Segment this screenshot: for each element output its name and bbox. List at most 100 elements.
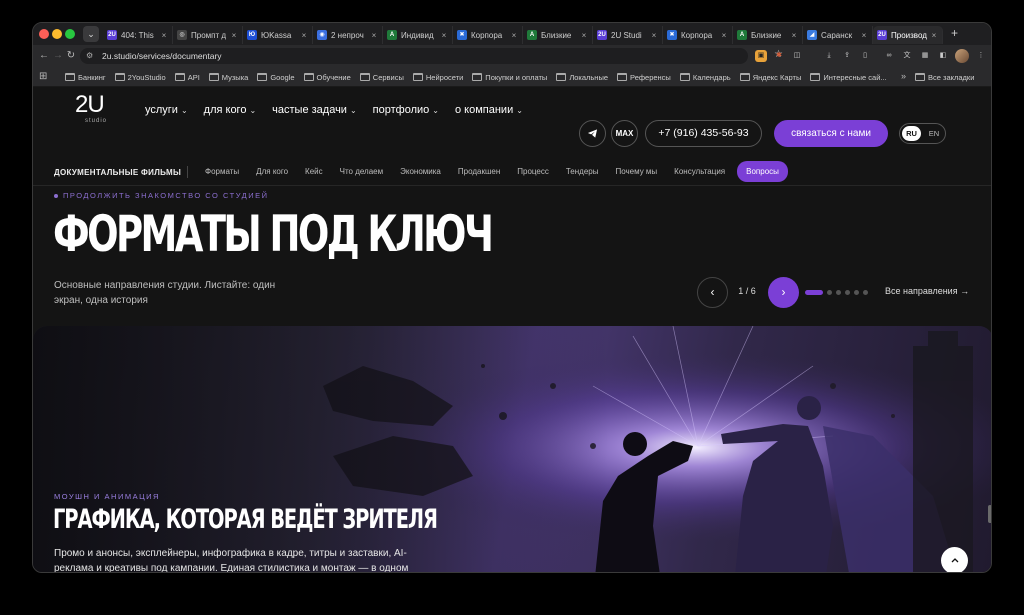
share-icon[interactable]: ⇪ bbox=[841, 50, 853, 62]
browser-tab[interactable]: 2U 404: This × bbox=[103, 26, 173, 44]
main-nav-item[interactable]: о компании ⌄ bbox=[455, 104, 523, 116]
browser-tab[interactable]: 2U Производ × bbox=[873, 26, 943, 44]
tab-close-icon[interactable]: × bbox=[440, 31, 448, 40]
tab-close-icon[interactable]: × bbox=[230, 31, 238, 40]
trash-icon[interactable]: ▯ bbox=[859, 50, 871, 62]
max-messenger-button[interactable]: MAX bbox=[611, 120, 638, 147]
all-bookmarks-button[interactable]: Все закладки bbox=[915, 67, 974, 87]
extension-icon-3[interactable]: ◫ bbox=[791, 50, 803, 62]
browser-tab[interactable]: Ю ЮKassa × bbox=[243, 26, 313, 44]
telegram-button[interactable] bbox=[579, 120, 606, 147]
window-close-button[interactable] bbox=[39, 29, 49, 39]
contact-us-button[interactable]: связаться с нами bbox=[774, 120, 888, 147]
browser-tab[interactable]: ✖ Корпора × bbox=[663, 26, 733, 44]
menu-dots-icon[interactable]: ⋮ bbox=[975, 50, 987, 62]
bookmark-item[interactable]: Сервисы bbox=[359, 73, 404, 82]
main-nav-item[interactable]: для кого ⌄ bbox=[204, 104, 257, 116]
slider-dot[interactable] bbox=[805, 290, 823, 295]
tab-close-icon[interactable]: × bbox=[300, 31, 308, 40]
site-info-icon[interactable]: ⚙ bbox=[86, 50, 98, 62]
tab-close-icon[interactable]: × bbox=[370, 31, 378, 40]
new-tab-button[interactable]: + bbox=[951, 26, 958, 40]
tab-close-icon[interactable]: × bbox=[510, 31, 518, 40]
extension-icon-2[interactable]: ✱ bbox=[773, 50, 785, 62]
subnav-item[interactable]: Почему мы bbox=[610, 161, 662, 182]
tab-close-icon[interactable]: × bbox=[930, 31, 938, 40]
bookmark-label: Яндекс Карты bbox=[752, 72, 802, 82]
bookmark-item[interactable]: Референсы bbox=[617, 73, 671, 82]
slider-dot[interactable] bbox=[854, 290, 859, 295]
apps-grid-icon[interactable]: ⊞ bbox=[39, 71, 47, 82]
bookmark-item[interactable]: Покупки и оплаты bbox=[472, 73, 547, 82]
lang-ru-button[interactable]: RU bbox=[902, 126, 921, 141]
browser-tab[interactable]: A Близкие × bbox=[523, 26, 593, 44]
browser-tab[interactable]: 2U 2U Studi × bbox=[593, 26, 663, 44]
subnav-item[interactable]: Консультация bbox=[669, 161, 730, 182]
slider-dot[interactable] bbox=[836, 290, 841, 295]
bookmark-item[interactable]: Локальные bbox=[556, 73, 608, 82]
subnav-item[interactable]: Экономика bbox=[395, 161, 446, 182]
bookmark-item[interactable]: Интересные сай... bbox=[810, 73, 887, 82]
translate-icon[interactable]: 文 bbox=[901, 50, 913, 62]
main-nav-item[interactable]: портфолио ⌄ bbox=[373, 104, 439, 116]
bookmark-item[interactable]: Календарь bbox=[679, 73, 731, 82]
lang-en-button[interactable]: EN bbox=[926, 126, 942, 141]
browser-tab[interactable]: ◢ Саранск × bbox=[803, 26, 873, 44]
slider-dot[interactable] bbox=[863, 290, 868, 295]
bookmark-item[interactable]: Музыка bbox=[208, 73, 248, 82]
slider-dot[interactable] bbox=[827, 290, 832, 295]
tab-close-icon[interactable]: × bbox=[580, 31, 588, 40]
qr-icon[interactable]: ▦ bbox=[919, 50, 931, 62]
bookmark-item[interactable]: 2YouStudio bbox=[114, 73, 166, 82]
scroll-to-top-button[interactable] bbox=[941, 547, 968, 572]
sidebar-icon[interactable]: ◧ bbox=[937, 50, 949, 62]
slider-prev-button[interactable]: ‹ bbox=[697, 277, 728, 308]
tab-close-icon[interactable]: × bbox=[790, 31, 798, 40]
browser-tab[interactable]: ◉ 2 непроч × bbox=[313, 26, 383, 44]
subnav-item[interactable]: Кейс bbox=[300, 161, 328, 182]
tab-close-icon[interactable]: × bbox=[860, 31, 868, 40]
bookmark-item[interactable]: Банкинг bbox=[65, 73, 106, 82]
tab-search-icon[interactable]: ⌄ bbox=[83, 26, 99, 42]
back-arrow-icon[interactable]: ← bbox=[37, 49, 51, 63]
tab-close-icon[interactable]: × bbox=[650, 31, 658, 40]
subnav-item[interactable]: Вопросы bbox=[737, 161, 788, 182]
subnav-item[interactable]: Для кого bbox=[251, 161, 293, 182]
forward-arrow-icon[interactable]: → bbox=[51, 49, 65, 63]
window-minimize-button[interactable] bbox=[52, 29, 62, 39]
bookmark-item[interactable]: Яндекс Карты bbox=[739, 72, 802, 82]
browser-tab[interactable]: ◎ Промпт д × bbox=[173, 26, 243, 44]
site-logo[interactable]: 2U bbox=[75, 93, 105, 117]
subnav-item[interactable]: Процесс bbox=[512, 161, 554, 182]
slider-next-button[interactable]: › bbox=[768, 277, 799, 308]
window-maximize-button[interactable] bbox=[65, 29, 75, 39]
bookmarks-overflow-button[interactable]: » bbox=[901, 71, 906, 81]
bookmark-item[interactable]: API bbox=[174, 73, 200, 82]
subnav-item[interactable]: Продакшен bbox=[453, 161, 505, 182]
reload-icon[interactable]: ↻ bbox=[64, 49, 78, 63]
bookmark-item[interactable]: Google bbox=[257, 73, 295, 82]
all-directions-link[interactable]: Все направления → bbox=[885, 286, 969, 296]
slider-dot[interactable] bbox=[845, 290, 850, 295]
folder-icon bbox=[810, 73, 821, 81]
subnav-item[interactable]: Форматы bbox=[200, 161, 244, 182]
subnav-item[interactable]: Что делаем bbox=[335, 161, 389, 182]
link-icon[interactable]: ∞ bbox=[883, 50, 895, 62]
page-scrollbar[interactable] bbox=[988, 505, 991, 523]
download-icon[interactable]: ⤓ bbox=[823, 50, 835, 62]
main-nav-item[interactable]: частые задачи ⌄ bbox=[272, 104, 357, 116]
profile-avatar[interactable] bbox=[955, 49, 969, 63]
tab-close-icon[interactable]: × bbox=[160, 31, 168, 40]
tab-close-icon[interactable]: × bbox=[720, 31, 728, 40]
slide-card[interactable]: МОУШН И АНИМАЦИЯ ГРАФИКА, КОТОРАЯ ВЕДЁТ … bbox=[33, 326, 991, 572]
main-nav-item[interactable]: услуги ⌄ bbox=[145, 104, 188, 116]
subnav-item[interactable]: Тендеры bbox=[561, 161, 604, 182]
phone-button[interactable]: +7 (916) 435-56-93 bbox=[645, 120, 762, 147]
browser-tab[interactable]: A Близкие × bbox=[733, 26, 803, 44]
bookmark-item[interactable]: Нейросети bbox=[412, 73, 463, 82]
extension-icon-1[interactable]: ▣ bbox=[755, 50, 767, 62]
bookmark-item[interactable]: Обучение bbox=[303, 73, 351, 82]
browser-tab[interactable]: ✖ Корпора × bbox=[453, 26, 523, 44]
address-bar[interactable]: ⚙ 2u.studio/services/documentary ☆ bbox=[80, 48, 783, 64]
browser-tab[interactable]: A Индивид × bbox=[383, 26, 453, 44]
